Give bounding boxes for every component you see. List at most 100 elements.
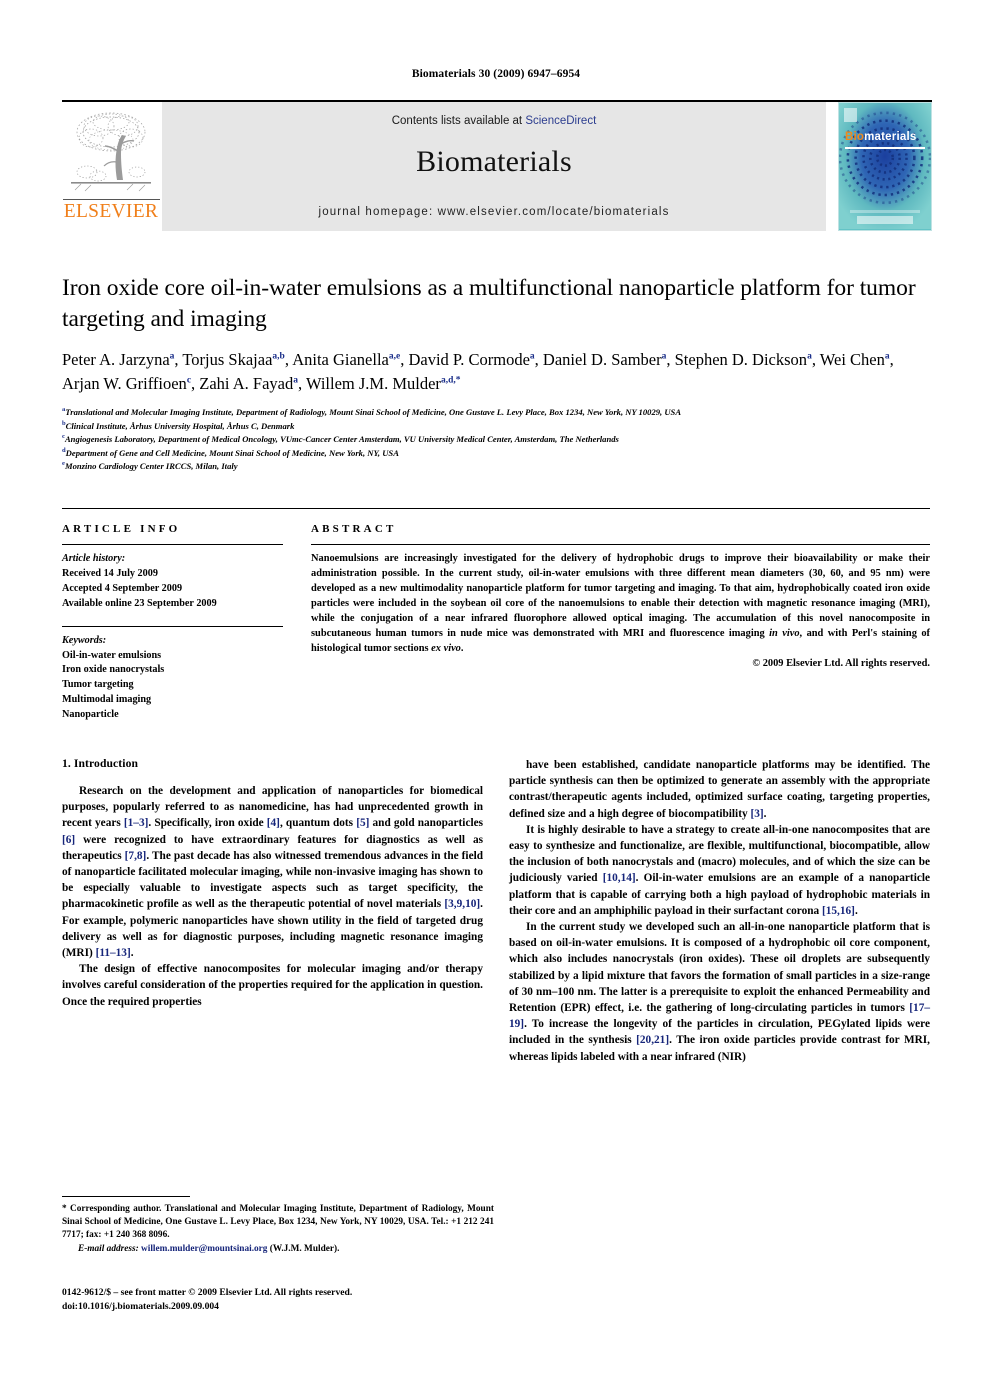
journal-cover-thumbnail: Biomaterials — [838, 102, 932, 231]
elsevier-wordmark: ELSEVIER — [62, 199, 160, 222]
abstract-heading: ABSTRACT — [311, 523, 397, 536]
affiliation-mark: a — [62, 406, 66, 414]
keywords-divider — [62, 625, 283, 627]
affiliation-mark: c — [62, 433, 65, 441]
doi-line: doi:10.1016/j.biomaterials.2009.09.004 — [62, 1301, 219, 1313]
body-paragraph: In the current study we developed such a… — [509, 921, 930, 1063]
affiliation-mark: e — [62, 459, 65, 467]
paper-page: Biomaterials 30 (2009) 6947–6954 ELSEVIE… — [0, 68, 992, 1391]
abstract-column: ABSTRACT Nanoemulsions are increasingly … — [305, 523, 930, 723]
citation-link[interactable]: [15,16] — [822, 905, 855, 917]
article-history-lines: Received 14 July 2009 Accepted 4 Septembe… — [62, 567, 283, 612]
corresponding-author-email-link[interactable]: willem.mulder@mountsinai.org — [141, 1244, 267, 1254]
keyword-item: Tumor targeting — [62, 679, 134, 691]
author-name: David P. Cormode — [408, 350, 530, 370]
footer-issn-block: 0142-9612/$ – see front matter © 2009 El… — [62, 1286, 502, 1315]
elsevier-tree-icon — [71, 112, 151, 192]
cover-footer-text-block — [850, 210, 920, 213]
abstract-part-3: . — [460, 643, 464, 655]
cover-title: Biomaterials — [845, 131, 916, 143]
affiliation-list: aTranslational and Molecular Imaging Ins… — [62, 405, 930, 472]
body-paragraph: have been established, candidate nanopar… — [509, 759, 930, 820]
email-author-suffix: (W.J.M. Mulder). — [269, 1243, 340, 1254]
keyword-item: Multimodal imaging — [62, 694, 152, 706]
keywords-label: Keywords: — [62, 634, 107, 646]
author-name: Wei Chen — [819, 350, 885, 370]
author-name: Willem J.M. Mulder — [305, 373, 441, 393]
citation-link[interactable]: [11–13] — [96, 947, 131, 959]
affiliation-mark: d — [62, 446, 66, 454]
author-affiliation-mark: c — [186, 375, 192, 386]
title-block: Iron oxide core oil-in-water emulsions a… — [62, 273, 930, 472]
journal-title: Biomaterials — [416, 145, 572, 178]
keyword-item: Iron oxide nanocrystals — [62, 664, 165, 676]
author-affiliation-mark: a — [807, 351, 812, 362]
body-columns: 1. Introduction Research on the developm… — [62, 757, 930, 1065]
citation-link[interactable]: [3,9,10] — [444, 898, 480, 910]
keyword-lines: Oil-in-water emulsions Iron oxide nanocry… — [62, 649, 283, 723]
author-name: Stephen D. Dickson — [674, 350, 808, 370]
affiliation-line: bClinical Institute, Århus University Ho… — [62, 419, 295, 431]
abstract-divider — [311, 544, 930, 546]
author-affiliation-mark: a — [293, 375, 298, 386]
journal-homepage-link[interactable]: journal homepage: www.elsevier.com/locat… — [318, 206, 669, 218]
contents-band: Contents lists available at ScienceDirec… — [162, 102, 826, 231]
abstract-copyright: © 2009 Elsevier Ltd. All rights reserved… — [752, 658, 930, 670]
article-history-item: Received 14 July 2009 — [62, 568, 158, 580]
citation-link[interactable]: [7,8] — [125, 850, 147, 862]
article-info-divider — [62, 544, 283, 546]
abstract-part-1: Nanoemulsions are increasingly investiga… — [311, 553, 930, 640]
abstract-text: Nanoemulsions are increasingly investiga… — [311, 552, 930, 657]
sciencedirect-link[interactable]: ScienceDirect — [525, 115, 596, 127]
affiliation-line: dDepartment of Gene and Cell Medicine, M… — [62, 446, 399, 458]
author-affiliation-mark: a — [169, 351, 175, 362]
body-paragraph: The design of effective nanocomposites f… — [62, 963, 483, 1008]
citation-link[interactable]: [5] — [356, 817, 369, 829]
author-name: Arjan W. Griffioen — [62, 373, 187, 393]
abstract-italic-in-vivo: in vivo — [769, 628, 800, 640]
intro-right-paragraphs: have been established, candidate nanopar… — [509, 757, 930, 1065]
author-name: Daniel D. Samber — [542, 350, 662, 370]
affiliation-line: cAngiogenesis Laboratory, Department of … — [62, 433, 619, 444]
article-history-item: Accepted 4 September 2009 — [62, 582, 183, 594]
page-title: Iron oxide core oil-in-water emulsions a… — [62, 275, 916, 332]
elsevier-logo: ELSEVIER — [62, 102, 160, 231]
affiliation-line: aTranslational and Molecular Imaging Ins… — [62, 406, 682, 418]
cover-elsevier-logo-icon — [844, 108, 857, 122]
article-info-heading: ARTICLE INFO — [62, 523, 181, 536]
intro-left-paragraphs: Research on the development and applicat… — [62, 783, 483, 1010]
author-list: Peter A. Jarzynaa, Torjus Skajaaa,b, Ani… — [62, 350, 894, 393]
contents-lists-line: Contents lists available at ScienceDirec… — [392, 115, 597, 127]
author-name: Zahi A. Fayad — [199, 373, 294, 393]
running-head: Biomaterials 30 (2009) 6947–6954 — [411, 68, 581, 80]
citation-link[interactable]: [4] — [267, 817, 280, 829]
citation-link[interactable]: [10,14] — [603, 872, 636, 884]
footnote-rule — [62, 1196, 190, 1197]
article-info-column: ARTICLE INFO Article history: Received 1… — [62, 523, 305, 723]
keyword-item: Oil-in-water emulsions — [62, 649, 162, 661]
citation-link[interactable]: [1–3] — [124, 817, 148, 829]
cover-title-bio: Bio — [845, 131, 865, 143]
footnote-email-line: E-mail address: willem.mulder@mountsinai… — [62, 1243, 494, 1256]
citation-link[interactable]: [17–19] — [509, 1002, 930, 1030]
journal-masthead: ELSEVIER Contents lists available at Sci… — [62, 100, 932, 231]
corresponding-author-footnote: * Corresponding author. Translational an… — [62, 1196, 494, 1256]
citation-link[interactable]: [20,21] — [636, 1034, 669, 1046]
affiliation-line: eMonzino Cardiology Center IRCCS, Milan,… — [62, 459, 238, 471]
author-affiliation-mark: a,b — [272, 351, 285, 362]
author-name: Torjus Skajaa — [182, 350, 273, 370]
author-affiliation-mark: a — [661, 351, 667, 362]
author-affiliation-mark: a,e — [388, 351, 401, 362]
contents-prefix-text: Contents lists available at — [391, 115, 526, 127]
footnote-text: * Corresponding author. Translational an… — [62, 1204, 494, 1241]
cover-title-materials: materials — [864, 131, 917, 143]
citation-link[interactable]: [6] — [62, 834, 75, 846]
author-affiliation-mark: a,d,* — [440, 375, 461, 386]
body-paragraph: It is highly desirable to have a strateg… — [509, 823, 930, 917]
section-heading-introduction: 1. Introduction — [62, 757, 139, 770]
issn-line: 0142-9612/$ – see front matter © 2009 El… — [62, 1287, 353, 1298]
keyword-item: Nanoparticle — [62, 709, 119, 721]
cover-divider — [845, 147, 925, 149]
citation-link[interactable]: [3] — [750, 808, 763, 820]
